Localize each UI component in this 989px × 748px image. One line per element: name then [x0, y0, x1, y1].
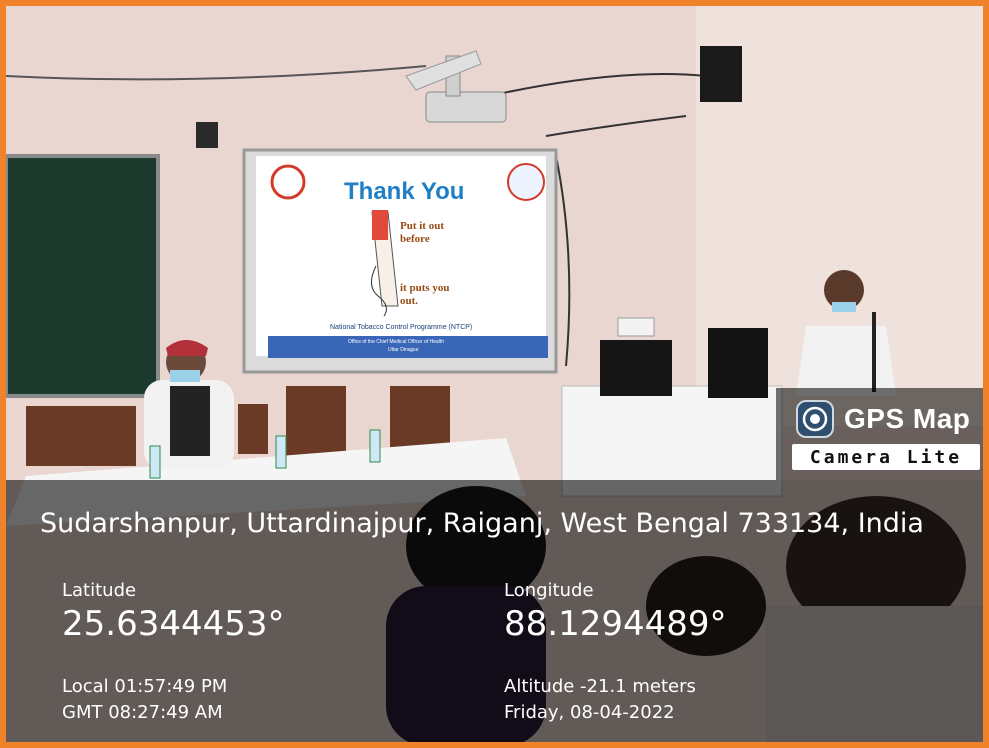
latitude-value: 25.6344453°	[62, 604, 285, 644]
location-info-panel: Sudarshanpur, Uttardinajpur, Raiganj, We…	[6, 480, 983, 742]
address-text: Sudarshanpur, Uttardinajpur, Raiganj, We…	[40, 508, 924, 539]
branding-subtitle: Camera Lite	[792, 444, 980, 470]
wall-camera	[196, 122, 218, 148]
altitude-text: Altitude -21.1 meters	[504, 676, 696, 697]
gps-map-camera-branding: GPS Map Camera Lite	[786, 394, 983, 476]
slide-programme: National Tobacco Control Programme (NTCP…	[330, 324, 473, 331]
speaker	[700, 46, 742, 102]
longitude-label: Longitude	[504, 580, 594, 601]
gmt-time: GMT 08:27:49 AM	[62, 702, 223, 723]
branding-title: GPS Map	[844, 403, 971, 434]
date-text: Friday, 08-04-2022	[504, 702, 675, 723]
photo-frame: Thank You Put it out before it puts you …	[0, 0, 989, 748]
monitor	[600, 340, 672, 396]
slide-message-top: Put it out before	[400, 220, 444, 245]
slide-message-bottom: it puts you out.	[400, 282, 450, 307]
slide-office-line2: Uttar Dinajpur	[388, 347, 419, 353]
slide-office-line1: Office of the Chief Medical Officer of H…	[348, 339, 444, 345]
chalkboard	[6, 154, 160, 398]
longitude-value: 88.1294489°	[504, 604, 727, 644]
camera-lens-icon	[796, 400, 834, 438]
cpu	[708, 328, 768, 398]
slide-title: Thank You	[344, 178, 465, 205]
latitude-label: Latitude	[62, 580, 137, 601]
local-time: Local 01:57:49 PM	[62, 676, 228, 697]
